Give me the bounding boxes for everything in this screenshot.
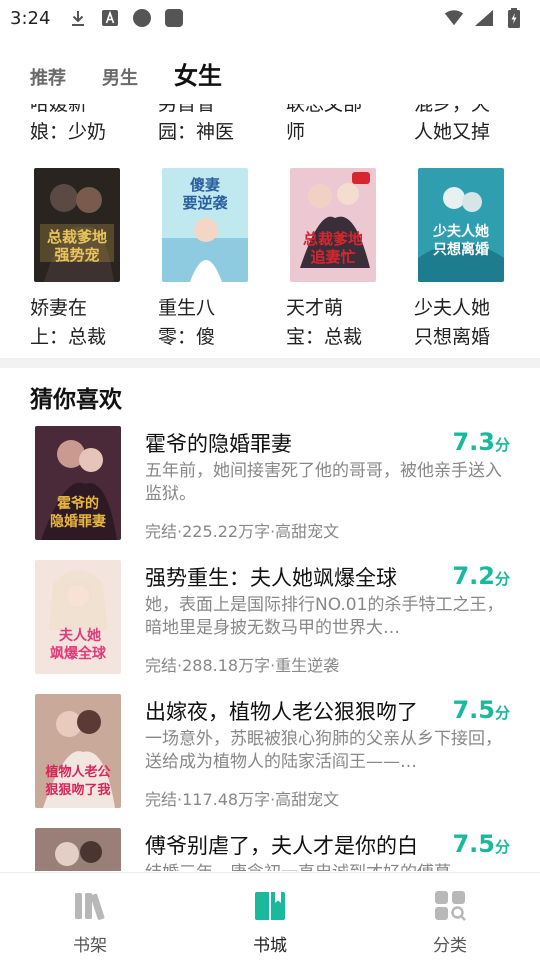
book-grid-item[interactable]: 少夫人她 只想离婚 少夫人她 只想离婚 bbox=[414, 168, 540, 352]
book-cover[interactable]: 总裁爹地 强势宠 bbox=[34, 168, 120, 282]
svg-text:傻妻: 傻妻 bbox=[190, 176, 220, 194]
circle-icon bbox=[132, 8, 152, 28]
book-cover[interactable]: 傻妻 要逆袭 bbox=[162, 168, 248, 282]
nav-label: 书城 bbox=[253, 936, 287, 956]
book-score: 7.2分 bbox=[452, 562, 510, 590]
book-cover[interactable]: 霍爷的 隐婚罪妻 bbox=[35, 426, 121, 540]
book-title: 傅爷别虐了，夫人才是你的白 bbox=[145, 834, 418, 858]
status-system bbox=[444, 8, 524, 28]
nav-label: 书架 bbox=[73, 936, 107, 956]
category-icon bbox=[434, 891, 466, 925]
book-title-line1: 另首省 bbox=[158, 104, 216, 115]
book-cover[interactable]: 植物人老公 狠狠吻了我 bbox=[35, 694, 121, 808]
book-description: 她，表面上是国际排行NO.01的杀手特工之王，暗地里是身披无数马甲的世界大… bbox=[145, 595, 504, 638]
battery-charging-icon bbox=[504, 8, 524, 28]
svg-text:少夫人她: 少夫人她 bbox=[432, 223, 489, 240]
book-description: 结婚三年，唐念初一直忠诚到才好的傅慕 bbox=[145, 862, 507, 871]
svg-text:飒爆全球: 飒爆全球 bbox=[50, 645, 107, 662]
book-title-line1: 少夫人她 bbox=[414, 297, 491, 319]
book-title: 强势重生：夫人她飒爆全球 bbox=[145, 566, 397, 590]
book-grid-item[interactable]: 联总文部 师 bbox=[286, 104, 414, 146]
svg-text:总裁爹地: 总裁爹地 bbox=[47, 228, 107, 246]
book-meta: 完结·117.48万字·高甜宠文 bbox=[145, 790, 340, 809]
nav-bookstore[interactable]: 书城 bbox=[180, 873, 360, 960]
font-a-icon bbox=[100, 8, 120, 28]
book-title-line1: 联总文部 bbox=[286, 104, 363, 115]
list-item[interactable]: 霍爷的 隐婚罪妻 霍爷的隐婚罪妻 7.3分 五年前，她间接害死了他的哥哥，被他亲… bbox=[0, 426, 540, 560]
nav-bookshelf[interactable]: 书架 bbox=[0, 873, 180, 960]
bookshelf-icon bbox=[74, 891, 106, 925]
category-tabs: 推荐 男生 女生 bbox=[30, 56, 258, 91]
signal-icon bbox=[474, 8, 494, 28]
svg-text:追妻忙: 追妻忙 bbox=[310, 248, 355, 266]
book-title: 霍爷的隐婚罪妻 bbox=[145, 432, 292, 456]
wifi-icon bbox=[444, 8, 464, 28]
book-grid-row-clipped: 哈媛新 娘：少奶 另首省 园：神医 联总文部 师 混乡，天 人她又掉 bbox=[30, 104, 540, 146]
recommendation-list: 霍爷的 隐婚罪妻 霍爷的隐婚罪妻 7.3分 五年前，她间接害死了他的哥哥，被他亲… bbox=[0, 426, 540, 871]
book-score: 7.3分 bbox=[452, 428, 510, 456]
book-title-line1: 混乡，天 bbox=[414, 104, 491, 115]
svg-text:夫人她: 夫人她 bbox=[59, 627, 101, 644]
book-cover[interactable]: 少夫人她 只想离婚 bbox=[418, 168, 504, 282]
book-grid-item[interactable]: 总裁爹地 强势宠 娇妻在 上：总裁 bbox=[30, 168, 158, 352]
book-description: 一场意外，苏眠被狼心狗肺的父亲从乡下接回，送给成为植物人的陆家活阎王——… bbox=[145, 729, 502, 772]
nav-label: 分类 bbox=[433, 936, 467, 956]
book-grid-row: 总裁爹地 强势宠 娇妻在 上：总裁 傻妻 要逆袭 重生八 零：傻 总裁爹地 追妻… bbox=[30, 168, 540, 352]
book-cover[interactable]: 总裁爹地 追妻忙 bbox=[290, 168, 376, 282]
book-title-line2: 宝：总裁 bbox=[286, 326, 363, 348]
download-icon bbox=[68, 8, 88, 28]
book-grid: 哈媛新 娘：少奶 另首省 园：神医 联总文部 师 混乡，天 人她又掉 总裁爹地 … bbox=[0, 104, 540, 354]
bottom-navigation: 书架 书城 分类 bbox=[0, 872, 540, 960]
svg-text:只想离婚: 只想离婚 bbox=[433, 241, 489, 258]
svg-text:总裁爹地: 总裁爹地 bbox=[303, 230, 363, 248]
svg-text:强势宠: 强势宠 bbox=[54, 246, 99, 264]
status-notifications bbox=[68, 8, 184, 28]
svg-text:霍爷的: 霍爷的 bbox=[57, 495, 99, 512]
book-title-line2: 园：神医 bbox=[158, 121, 235, 143]
book-title: 出嫁夜，植物人老公狠狠吻了 bbox=[145, 700, 418, 724]
book-title-line1: 天才萌 bbox=[286, 297, 344, 319]
book-grid-item[interactable]: 混乡，天 人她又掉 bbox=[414, 104, 540, 146]
list-item[interactable]: 傅爷别虐了，夫人才是你的白 7.5分 结婚三年，唐念初一直忠诚到才好的傅慕 bbox=[0, 828, 540, 871]
book-title-line2: 只想离婚 bbox=[414, 326, 491, 348]
book-description: 五年前，她间接害死了他的哥哥，被他亲手送入监狱。 bbox=[145, 461, 502, 504]
book-title-line2: 零：傻 bbox=[158, 326, 216, 348]
book-score: 7.5分 bbox=[452, 830, 510, 858]
book-meta: 完结·225.22万字·高甜宠文 bbox=[145, 522, 340, 541]
book-title-line1: 重生八 bbox=[158, 297, 216, 319]
tab-recommend[interactable]: 推荐 bbox=[30, 64, 66, 90]
section-divider bbox=[0, 358, 540, 368]
book-score: 7.5分 bbox=[452, 696, 510, 724]
book-cover[interactable]: 夫人她 飒爆全球 bbox=[35, 560, 121, 674]
svg-text:狠狠吻了我: 狠狠吻了我 bbox=[45, 782, 110, 798]
svg-text:要逆袭: 要逆袭 bbox=[182, 194, 228, 212]
svg-text:隐婚罪妻: 隐婚罪妻 bbox=[50, 513, 106, 530]
book-title-line2: 上：总裁 bbox=[30, 326, 107, 348]
book-cover[interactable] bbox=[35, 828, 121, 871]
list-item[interactable]: 植物人老公 狠狠吻了我 出嫁夜，植物人老公狠狠吻了 7.5分 一场意外，苏眠被狼… bbox=[0, 694, 540, 828]
status-bar: 3:24 bbox=[0, 0, 540, 36]
book-grid-item[interactable]: 总裁爹地 追妻忙 天才萌 宝：总裁 bbox=[286, 168, 414, 352]
square-app-icon bbox=[164, 8, 184, 28]
book-meta: 完结·288.18万字·重生逆袭 bbox=[145, 656, 340, 675]
book-grid-item[interactable]: 傻妻 要逆袭 重生八 零：傻 bbox=[158, 168, 286, 352]
book-title-line2: 人她又掉 bbox=[414, 121, 491, 143]
tab-female[interactable]: 女生 bbox=[174, 56, 222, 91]
status-time: 3:24 bbox=[10, 7, 51, 29]
book-title-line1: 哈媛新 bbox=[30, 104, 88, 115]
svg-text:植物人老公: 植物人老公 bbox=[44, 764, 110, 780]
book-title-line2: 师 bbox=[286, 121, 306, 143]
tab-male[interactable]: 男生 bbox=[102, 64, 138, 90]
bookstore-icon bbox=[254, 891, 286, 925]
section-title: 猜你喜欢 bbox=[30, 386, 122, 413]
nav-category[interactable]: 分类 bbox=[360, 873, 540, 960]
book-title-line2: 娘：少奶 bbox=[30, 121, 107, 143]
book-title-line1: 娇妻在 bbox=[30, 297, 88, 319]
book-grid-item[interactable]: 另首省 园：神医 bbox=[158, 104, 286, 146]
list-item[interactable]: 夫人她 飒爆全球 强势重生：夫人她飒爆全球 7.2分 她，表面上是国际排行NO.… bbox=[0, 560, 540, 694]
book-grid-item[interactable]: 哈媛新 娘：少奶 bbox=[30, 104, 158, 146]
